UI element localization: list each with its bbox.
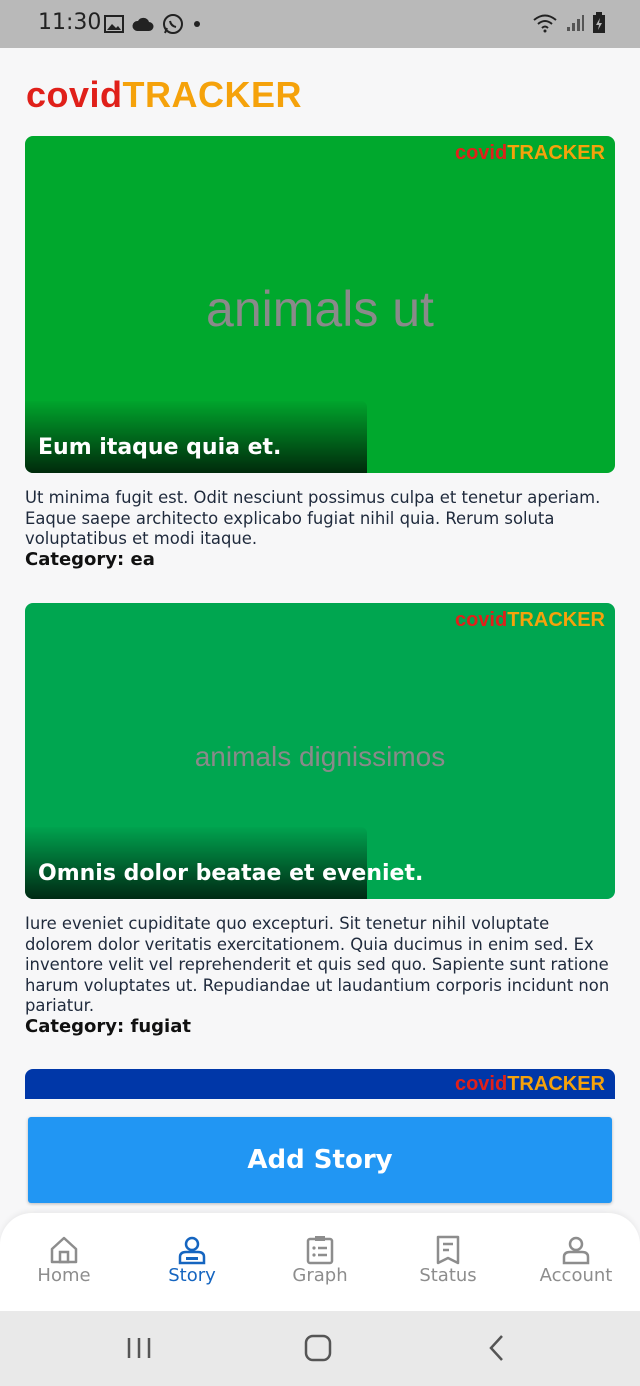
title-band: Eum itaque quia et.: [25, 401, 367, 473]
card-logo: covidTRACKER: [454, 609, 605, 631]
story-card-1[interactable]: covidTRACKER animals ut Eum itaque quia …: [25, 136, 615, 473]
story-image-text: animals dignissimos: [194, 741, 446, 772]
story-card-3[interactable]: covidTRACKER: [25, 1069, 615, 1099]
gallery-icon: [104, 15, 124, 33]
story-title: Omnis dolor beatae et eveniet.: [38, 861, 424, 886]
account-icon: [562, 1236, 590, 1265]
dot-icon: [194, 21, 200, 27]
notification-icons: [104, 13, 202, 35]
nav-label: Home: [37, 1265, 91, 1286]
nav-label: Story: [168, 1265, 216, 1286]
story-category: Category: ea: [25, 549, 155, 570]
nav-item-story[interactable]: Story: [128, 1213, 256, 1311]
nav-label: Graph: [292, 1265, 348, 1286]
receipt-icon: [436, 1235, 460, 1265]
clipboard-list-icon: [306, 1236, 334, 1265]
home-button-icon[interactable]: [303, 1331, 333, 1365]
story-category: Category: fugiat: [25, 1016, 191, 1037]
wifi-icon: [533, 14, 557, 33]
nav-item-home[interactable]: Home: [0, 1213, 128, 1311]
nav-label: Status: [419, 1265, 477, 1286]
app-logo: covidTRACKER: [26, 74, 302, 116]
logo-tracker: TRACKER: [122, 74, 303, 115]
system-status-icons: [532, 12, 606, 34]
back-icon[interactable]: [484, 1331, 510, 1365]
add-story-button[interactable]: Add Story: [28, 1117, 612, 1203]
story-image-text: animals ut: [206, 281, 434, 337]
recent-apps-icon[interactable]: [126, 1331, 152, 1365]
bottom-nav: Home Story Graph Status Account: [0, 1213, 640, 1311]
system-nav-bar: [0, 1311, 640, 1386]
signal-icon: [567, 15, 584, 31]
status-bar: 11:30: [0, 0, 640, 48]
card-logo: covidTRACKER: [454, 1073, 605, 1095]
title-band: Omnis dolor beatae et eveniet.: [25, 827, 423, 899]
nav-item-account[interactable]: Account: [512, 1213, 640, 1311]
cloud-icon: [132, 17, 154, 31]
card-logo: covidTRACKER: [454, 142, 605, 164]
battery-charging-icon: [593, 12, 605, 33]
story-description: Iure eveniet cupiditate quo excepturi. S…: [25, 914, 610, 1016]
person-icon: [178, 1236, 206, 1265]
home-icon: [50, 1236, 78, 1264]
whatsapp-icon: [163, 14, 183, 34]
story-card-2[interactable]: covidTRACKER animals dignissimos Omnis d…: [25, 603, 615, 899]
story-title: Eum itaque quia et.: [38, 435, 282, 460]
nav-label: Account: [539, 1265, 613, 1286]
status-time: 11:30: [38, 10, 102, 35]
logo-covid: covid: [26, 74, 123, 115]
nav-item-status[interactable]: Status: [384, 1213, 512, 1311]
nav-item-graph[interactable]: Graph: [256, 1213, 384, 1311]
story-description: Ut minima fugit est. Odit nesciunt possi…: [25, 488, 601, 549]
